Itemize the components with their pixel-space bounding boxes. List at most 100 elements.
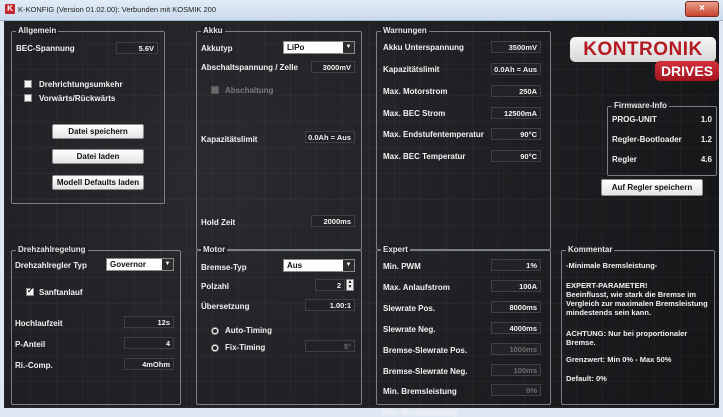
min-brake-power-label: Min. Bremsleistung	[383, 387, 457, 396]
gear-ratio-field[interactable]: 1.00:1	[305, 299, 355, 311]
arrow-down-icon[interactable]: ▼	[347, 285, 353, 290]
min-pwm-label: Min. PWM	[383, 262, 421, 271]
p-gain-label: P-Anteil	[15, 340, 46, 349]
soft-start-checkbox[interactable]	[26, 286, 34, 296]
brake-type-value: Aus	[287, 261, 303, 270]
max-bec-current-field[interactable]: 12500mA	[491, 107, 541, 119]
max-output-temp-field[interactable]: 90°C	[491, 128, 541, 140]
close-button[interactable]: ×	[685, 1, 719, 17]
cutoff-voltage-field[interactable]: 3000mV	[311, 61, 355, 73]
bec-voltage-field[interactable]: 5.6V	[116, 42, 158, 54]
reverse-rotation-checkbox[interactable]	[24, 80, 32, 88]
forward-reverse-label: Vorwärts/Rückwärts	[39, 94, 116, 103]
group-allgemein: Allgemein BEC-Spannung 5.6V Drehrichtung…	[11, 26, 165, 204]
min-pwm-field[interactable]: 1%	[491, 259, 541, 271]
gear-ratio-label: Übersetzung	[201, 302, 250, 311]
hold-time-label: Hold Zeit	[201, 218, 236, 227]
brand-logo: KONTRONIK DRIVES	[570, 37, 719, 83]
comment-heading: -Minimale Bremsleistung-	[566, 261, 658, 270]
comment-default-text: Default: 0%	[566, 374, 607, 383]
max-motor-current-field[interactable]: 250A	[491, 85, 541, 97]
fix-timing-label: Fix-Timing	[225, 343, 266, 352]
slewrate-neg-label: Slewrate Neg.	[383, 325, 436, 334]
slewrate-neg-field[interactable]: 4000ms	[491, 322, 541, 334]
cutoff-voltage-label: Abschaltspannung / Zelle	[201, 63, 298, 72]
max-bec-temp-label: Max. BEC Temperatur	[383, 152, 466, 161]
pole-count-label: Polzahl	[201, 282, 230, 291]
prog-unit-version: 1.0	[700, 115, 712, 124]
capacity-limit-label: Kapazitätslimit	[201, 135, 258, 144]
main-panel: Allgemein BEC-Spannung 5.6V Drehrichtung…	[4, 21, 719, 417]
brake-type-dropdown[interactable]: Aus ▼	[283, 259, 355, 272]
battery-type-label: Akkutyp	[201, 44, 233, 53]
auto-timing-label: Auto-Timing	[225, 326, 272, 335]
undervoltage-field[interactable]: 3500mV	[491, 41, 541, 53]
comment-expert-text: EXPERT-PARAMETER! Beeinflusst, wie stark…	[566, 281, 708, 317]
hold-time-field[interactable]: 2000ms	[311, 215, 355, 227]
forward-reverse-checkbox[interactable]	[24, 94, 32, 102]
max-bec-current-label: Max. BEC Strom	[383, 109, 446, 118]
group-title: Allgemein	[16, 26, 59, 35]
brake-slewrate-pos-field[interactable]: 1000ms	[491, 343, 541, 355]
pole-count-spinner[interactable]: ▲ ▼	[346, 279, 354, 291]
group-title: Firmware-Info	[612, 101, 669, 110]
capacity-warning-label: Kapazitätslimit	[383, 65, 440, 74]
group-warnungen: Warnungen Akku Unterspannung 3500mV Kapa…	[376, 26, 551, 250]
group-title: Akku	[201, 26, 225, 35]
bec-voltage-label: BEC-Spannung	[16, 44, 75, 53]
prog-unit-label: PROG-UNIT	[612, 115, 657, 124]
max-bec-temp-field[interactable]: 90°C	[491, 150, 541, 162]
group-title: Drehzahlregelung	[16, 245, 88, 254]
governor-type-dropdown[interactable]: Governor ▼	[106, 258, 174, 271]
group-akku: Akku Akkutyp LiPo ▼ Abschaltspannung / Z…	[196, 26, 362, 250]
brake-slewrate-neg-field[interactable]: 100ms	[491, 364, 541, 376]
bootloader-label: Regler-Bootloader	[612, 135, 682, 144]
p-gain-field[interactable]: 4	[124, 337, 174, 349]
group-kommentar: Kommentar -Minimale Bremsleistung- EXPER…	[561, 245, 715, 405]
logo-kontronik: KONTRONIK	[570, 37, 716, 62]
comment-limits-text: Grenzwert: Min 0% - Max 50%	[566, 355, 672, 364]
ri-comp-label: Ri.-Comp.	[15, 361, 53, 370]
slewrate-pos-label: Slewrate Pos.	[383, 304, 436, 313]
ri-comp-field[interactable]: 4mOhm	[124, 358, 174, 370]
controller-version: 4.6	[700, 155, 712, 164]
capacity-warning-field[interactable]: 0.0Ah = Aus	[491, 63, 541, 75]
title-bar: K K-KONFIG (Version 01.02.00): Verbunden…	[0, 0, 723, 21]
load-defaults-button[interactable]: Modell Defaults laden	[52, 175, 144, 190]
group-drehzahl: Drehzahlregelung Drehzahlregler Typ Gove…	[11, 245, 181, 405]
cutoff-label: Abschaltung	[225, 86, 274, 95]
min-brake-power-field[interactable]: 0%	[491, 384, 541, 396]
ramp-time-field[interactable]: 12s	[124, 316, 174, 328]
max-output-temp-label: Max. Endstufentemperatur	[383, 130, 484, 139]
battery-type-dropdown[interactable]: LiPo ▼	[283, 41, 355, 54]
fix-timing-field[interactable]: 5°	[305, 340, 355, 352]
group-expert: Expert Min. PWM 1% Max. Anlaufstrom 100A…	[376, 245, 551, 405]
slewrate-pos-field[interactable]: 8000ms	[491, 301, 541, 313]
comment-warning-text: ACHTUNG: Nur bei proportionaler Bremse.	[566, 329, 688, 347]
cutoff-checkbox[interactable]	[211, 86, 219, 94]
group-title: Expert	[381, 245, 410, 254]
app-icon: K	[5, 4, 15, 14]
load-file-button[interactable]: Datei laden	[52, 149, 144, 164]
save-file-button[interactable]: Datei speichern	[52, 124, 144, 139]
max-start-current-field[interactable]: 100A	[491, 280, 541, 292]
max-motor-current-label: Max. Motorstrom	[383, 87, 448, 96]
undervoltage-label: Akku Unterspannung	[383, 43, 464, 52]
reverse-rotation-label: Drehrichtungsumkehr	[39, 80, 123, 89]
brake-type-label: Bremse-Typ	[201, 263, 247, 272]
capacity-limit-field[interactable]: 0.0Ah = Aus	[305, 131, 355, 143]
auto-timing-radio[interactable]	[211, 327, 219, 335]
save-to-controller-button[interactable]: Auf Regler speichern	[601, 179, 703, 196]
group-motor: Motor Bremse-Typ Aus ▼ Polzahl 2 ▲ ▼ Über…	[196, 245, 362, 405]
max-brake-power-label: Max. Bremsleistung	[382, 408, 458, 417]
governor-type-value: Governor	[110, 260, 147, 269]
governor-type-label: Drehzahlregler Typ	[15, 261, 87, 270]
battery-type-value: LiPo	[287, 43, 305, 52]
chevron-down-icon: ▼	[343, 260, 354, 271]
pole-count-field[interactable]: 2	[315, 279, 345, 291]
brake-slewrate-neg-label: Bremse-Slewrate Neg.	[383, 367, 468, 376]
controller-label: Regler	[612, 155, 637, 164]
group-title: Motor	[201, 245, 228, 254]
chevron-down-icon: ▼	[162, 259, 173, 270]
fix-timing-radio[interactable]	[211, 344, 219, 352]
